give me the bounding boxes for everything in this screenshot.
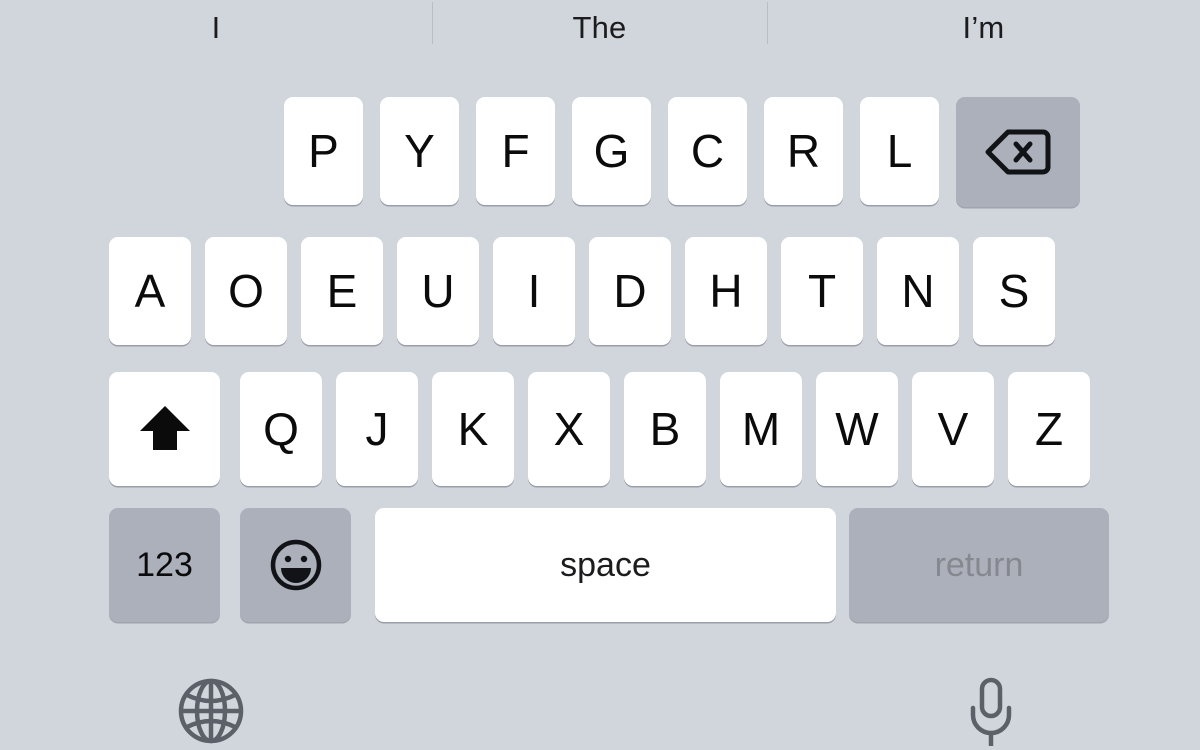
key-label: space (560, 545, 651, 584)
suggestion-chip-1[interactable]: The (432, 0, 767, 56)
suggestion-label: The (572, 10, 627, 45)
key-label: O (228, 265, 264, 317)
keyboard-row-1: P Y F G C R L (284, 97, 1080, 207)
key-label: W (835, 403, 879, 455)
suggestion-label: I (211, 10, 221, 45)
key-d[interactable]: D (589, 237, 671, 345)
key-c[interactable]: C (668, 97, 747, 205)
key-r[interactable]: R (764, 97, 843, 205)
key-y[interactable]: Y (380, 97, 459, 205)
smiley-face-icon (268, 537, 324, 593)
key-o[interactable]: O (205, 237, 287, 345)
key-s[interactable]: S (973, 237, 1055, 345)
key-v[interactable]: V (912, 372, 994, 486)
key-x[interactable]: X (528, 372, 610, 486)
key-label: V (937, 403, 969, 455)
key-return[interactable]: return (849, 508, 1109, 622)
key-label: C (690, 125, 725, 177)
key-m[interactable]: M (720, 372, 802, 486)
key-l[interactable]: L (860, 97, 939, 205)
key-label: F (501, 125, 530, 177)
key-h[interactable]: H (685, 237, 767, 345)
key-label: Y (404, 125, 435, 177)
suggestion-chip-2[interactable]: I’m (767, 0, 1200, 56)
key-label: G (593, 125, 630, 177)
keyboard: P Y F G C R L A O E U I D H T N S Q J K … (0, 56, 1200, 750)
keyboard-row-4: 123 space return (109, 508, 1109, 622)
key-z[interactable]: Z (1008, 372, 1090, 486)
key-u[interactable]: U (397, 237, 479, 345)
predictive-text-bar: I The I’m (0, 0, 1200, 56)
key-label: I (527, 265, 541, 317)
key-label: A (134, 265, 166, 317)
key-label: T (807, 265, 837, 317)
key-i[interactable]: I (493, 237, 575, 345)
key-a[interactable]: A (109, 237, 191, 345)
key-label: L (886, 125, 913, 177)
key-label: B (649, 403, 681, 455)
key-w[interactable]: W (816, 372, 898, 486)
key-label: E (326, 265, 358, 317)
key-label: R (786, 125, 821, 177)
key-backspace[interactable] (956, 97, 1080, 207)
key-label: Z (1034, 403, 1064, 455)
key-label: P (308, 125, 339, 177)
suggestion-chip-0[interactable]: I (0, 0, 432, 56)
key-k[interactable]: K (432, 372, 514, 486)
key-label: M (741, 403, 781, 455)
shift-icon (136, 400, 194, 458)
utility-row (0, 666, 1200, 750)
keyboard-row-3: Q J K X B M W V Z (109, 372, 1104, 486)
key-label: Q (263, 403, 299, 455)
keyboard-row-2: A O E U I D H T N S (109, 237, 1055, 345)
key-p[interactable]: P (284, 97, 363, 205)
key-label: N (901, 265, 935, 317)
key-label: 123 (136, 545, 193, 584)
key-label: U (421, 265, 455, 317)
key-label: J (365, 403, 389, 455)
key-q[interactable]: Q (240, 372, 322, 486)
key-label: D (613, 265, 647, 317)
backspace-icon (985, 128, 1051, 176)
key-shift[interactable] (109, 372, 220, 486)
microphone-icon (963, 676, 1019, 748)
key-label: S (998, 265, 1030, 317)
key-space[interactable]: space (375, 508, 836, 622)
key-label: X (553, 403, 585, 455)
suggestion-label: I’m (962, 10, 1005, 45)
key-emoji[interactable] (240, 508, 351, 622)
key-t[interactable]: T (781, 237, 863, 345)
key-globe[interactable] (172, 676, 250, 750)
key-f[interactable]: F (476, 97, 555, 205)
globe-icon (176, 676, 246, 746)
key-microphone[interactable] (958, 676, 1024, 750)
key-e[interactable]: E (301, 237, 383, 345)
key-j[interactable]: J (336, 372, 418, 486)
key-numeric-switch[interactable]: 123 (109, 508, 220, 622)
key-label: H (709, 265, 743, 317)
key-g[interactable]: G (572, 97, 651, 205)
key-label: return (934, 545, 1024, 584)
key-b[interactable]: B (624, 372, 706, 486)
key-label: K (457, 403, 489, 455)
key-n[interactable]: N (877, 237, 959, 345)
